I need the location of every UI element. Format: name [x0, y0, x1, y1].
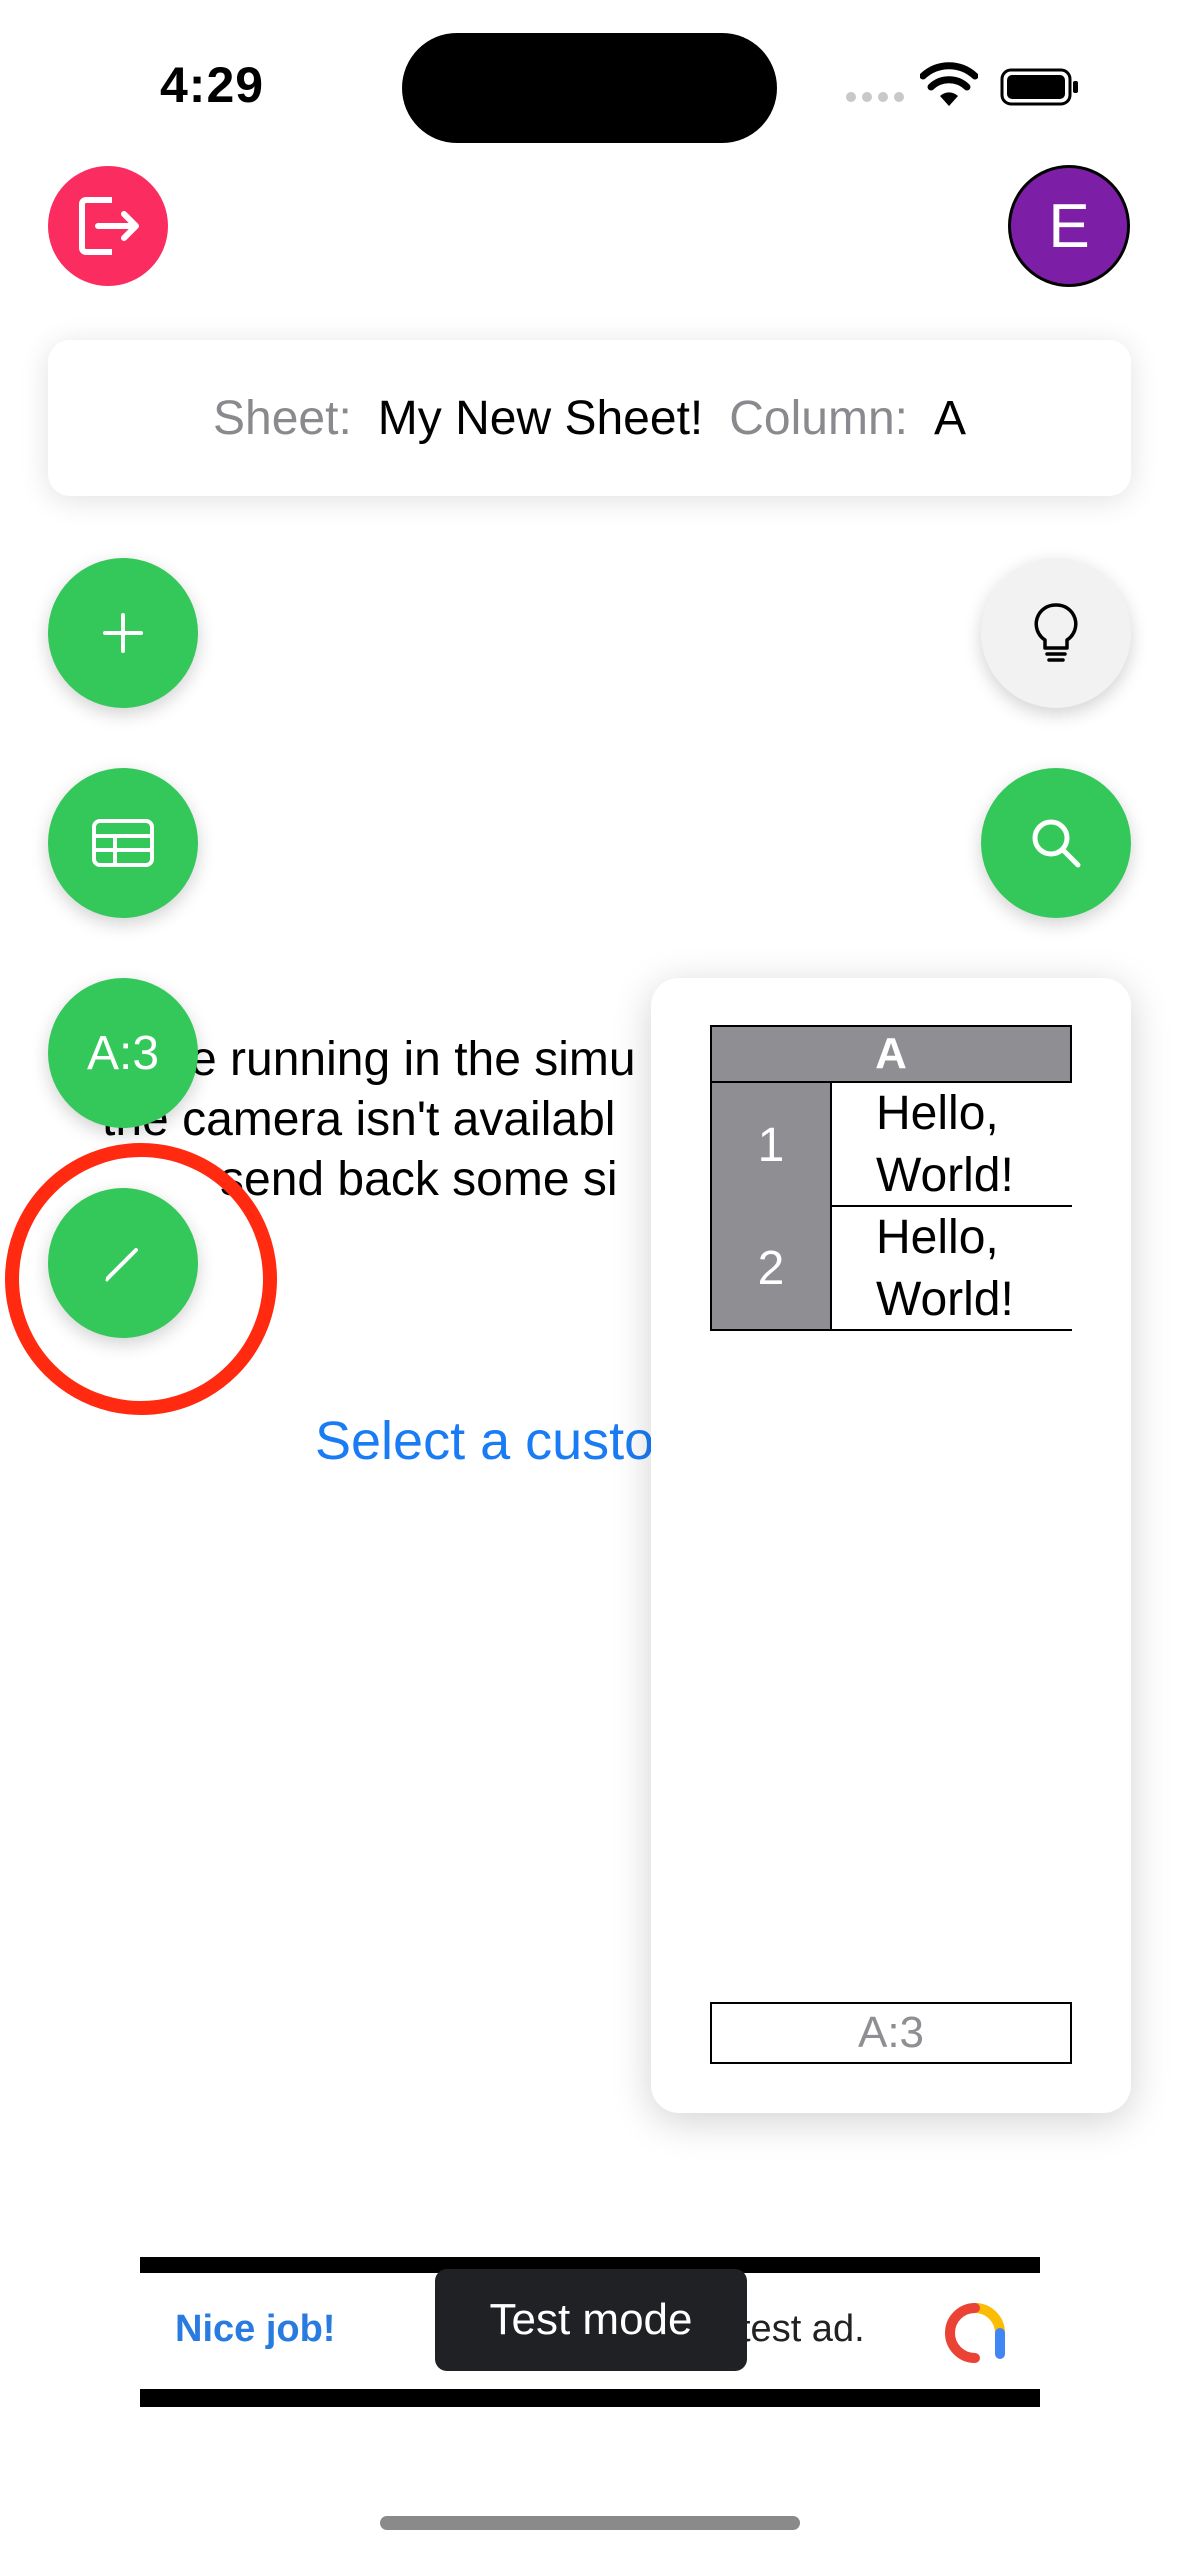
plus-icon [103, 613, 143, 653]
cell-text-line: World! [876, 1149, 1014, 1202]
column-value: A [933, 391, 966, 445]
logout-icon [79, 197, 139, 255]
cell-text-line: Hello, [876, 1211, 999, 1264]
battery-icon [1000, 68, 1078, 106]
status-time: 4:29 [160, 57, 265, 113]
table-row[interactable]: 1 Hello, World! [710, 1083, 1072, 1207]
table-button[interactable] [48, 768, 198, 918]
cell-reference-button[interactable]: A:3 [48, 978, 198, 1128]
ad-body-text: test ad. [740, 2308, 865, 2350]
home-indicator[interactable] [380, 2516, 800, 2530]
table-row[interactable]: 2 Hello, World! [710, 1207, 1072, 1331]
table-cell[interactable]: Hello, World! [832, 1207, 1072, 1331]
sheet-name: My New Sheet! [377, 391, 704, 445]
ad-logo-icon [944, 2303, 1005, 2363]
cell-text-line: World! [876, 1273, 1014, 1326]
hint-button[interactable] [981, 558, 1131, 708]
add-button[interactable] [48, 558, 198, 708]
cellular-signal-icon [846, 92, 906, 104]
table-icon [92, 819, 154, 867]
test-mode-toast: Test mode [435, 2269, 747, 2371]
cell-input-field[interactable]: A:3 [710, 2002, 1072, 2064]
wifi-icon [920, 62, 978, 106]
column-label: Column: [729, 391, 908, 445]
simulator-message-line-2: the camera isn't availabl [102, 1093, 616, 1146]
ad-headline[interactable]: Nice job! [175, 2308, 335, 2351]
sheet-label: Sheet: [213, 391, 352, 445]
search-icon [1032, 819, 1081, 868]
dynamic-island [402, 33, 777, 143]
lightbulb-icon [1034, 603, 1078, 662]
row-index: 2 [710, 1207, 832, 1331]
edit-highlight-circle [5, 1143, 277, 1415]
sheet-info-card: Sheet: My New Sheet! Column: A [48, 340, 1131, 496]
logout-button[interactable] [48, 166, 168, 286]
search-button[interactable] [981, 768, 1131, 918]
column-header[interactable]: A [710, 1025, 1072, 1083]
row-index: 1 [710, 1083, 832, 1207]
cell-reference-label: A:3 [86, 1026, 160, 1080]
avatar-letter: E [1048, 191, 1090, 261]
avatar-button[interactable]: E [1008, 165, 1130, 287]
select-custom-link[interactable]: Select a custo [315, 1410, 654, 1472]
table-cell[interactable]: Hello, World! [832, 1083, 1072, 1207]
cell-text-line: Hello, [876, 1087, 999, 1140]
